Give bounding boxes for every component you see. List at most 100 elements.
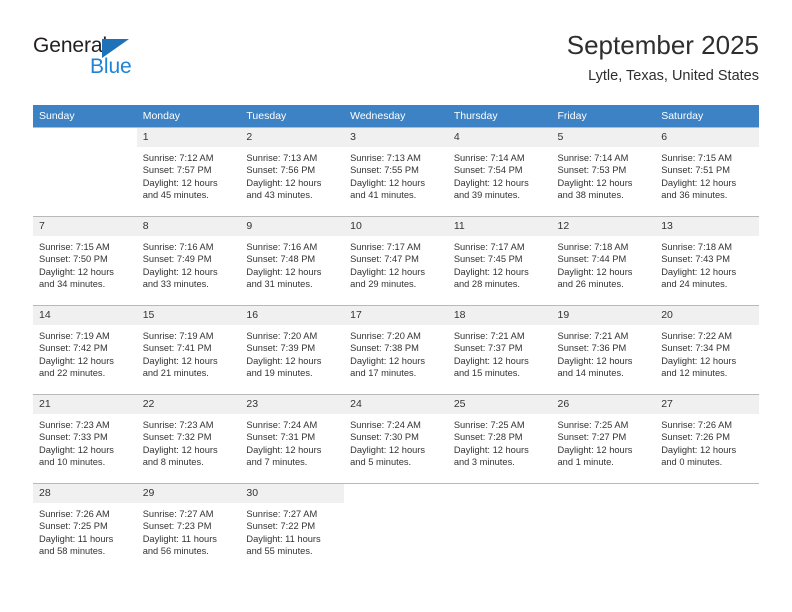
day-number: 13 xyxy=(655,217,759,236)
calendar-day-cell[interactable]: 6 Sunrise: 7:15 AM Sunset: 7:51 PM Daylight… xyxy=(655,127,759,217)
sunset-text: Sunset: 7:43 PM xyxy=(661,254,730,265)
daylight-text: Daylight: 12 hours and 21 minutes. xyxy=(142,355,218,379)
daylight-text: Daylight: 12 hours and 1 minute. xyxy=(557,444,633,468)
daylight-text: Daylight: 12 hours and 15 minutes. xyxy=(453,355,529,379)
sunset-text: Sunset: 7:51 PM xyxy=(661,165,730,176)
day-number: 23 xyxy=(240,395,345,414)
sunset-text: Sunset: 7:26 PM xyxy=(661,432,730,443)
calendar-day-cell[interactable]: 19 Sunrise: 7:21 AM Sunset: 7:36 PM Dayligh… xyxy=(551,305,656,395)
day-details: Sunrise: 7:26 AM Sunset: 7:26 PM Daylight:… xyxy=(655,414,759,469)
sunset-text: Sunset: 7:56 PM xyxy=(246,165,316,176)
day-number: 14 xyxy=(33,306,137,325)
weekday-header-thursday: Thursday xyxy=(447,105,552,128)
daylight-text: Daylight: 12 hours and 14 minutes. xyxy=(557,355,633,379)
sunrise-text: Sunrise: 7:21 AM xyxy=(453,331,525,341)
day-number: 18 xyxy=(447,306,552,325)
calendar-day-cell[interactable]: 12 Sunrise: 7:18 AM Sunset: 7:44 PM Dayligh… xyxy=(551,216,656,306)
calendar-day-cell[interactable]: 2 Sunrise: 7:13 AM Sunset: 7:56 PM Daylight… xyxy=(240,127,345,217)
calendar-cell-empty xyxy=(551,483,656,572)
day-number: 22 xyxy=(136,395,241,414)
generalblue-logo[interactable]: General Blue xyxy=(33,34,233,90)
calendar-day-cell[interactable]: 16 Sunrise: 7:20 AM Sunset: 7:39 PM Dayligh… xyxy=(240,305,345,395)
sunset-text: Sunset: 7:31 PM xyxy=(246,432,316,443)
calendar-body: 1 Sunrise: 7:12 AM Sunset: 7:57 PM Daylight… xyxy=(33,127,759,572)
calendar-week-row: 21 Sunrise: 7:23 AM Sunset: 7:33 PM Dayligh… xyxy=(33,394,759,484)
sunrise-text: Sunrise: 7:24 AM xyxy=(350,420,421,430)
daylight-text: Daylight: 12 hours and 36 minutes. xyxy=(661,177,737,201)
sunset-text: Sunset: 7:47 PM xyxy=(350,254,419,265)
day-details: Sunrise: 7:17 AM Sunset: 7:45 PM Daylight:… xyxy=(448,236,552,291)
calendar-day-cell[interactable]: 28 Sunrise: 7:26 AM Sunset: 7:25 PM Dayligh… xyxy=(33,483,137,572)
calendar-day-cell[interactable]: 4 Sunrise: 7:14 AM Sunset: 7:54 PM Daylight… xyxy=(447,127,552,217)
sunrise-text: Sunrise: 7:17 AM xyxy=(350,242,421,252)
daylight-text: Daylight: 12 hours and 17 minutes. xyxy=(350,355,426,379)
sunrise-text: Sunrise: 7:25 AM xyxy=(557,420,629,430)
calendar-week-row: 1 Sunrise: 7:12 AM Sunset: 7:57 PM Daylight… xyxy=(33,127,759,217)
sunrise-text: Sunrise: 7:20 AM xyxy=(246,331,318,341)
day-number: 17 xyxy=(344,306,448,325)
daylight-text: Daylight: 12 hours and 7 minutes. xyxy=(246,444,322,468)
calendar-day-cell[interactable]: 8 Sunrise: 7:16 AM Sunset: 7:49 PM Daylight… xyxy=(136,216,241,306)
calendar-page: General Blue September 2025 Lytle, Texas… xyxy=(0,0,792,612)
day-number: 26 xyxy=(551,395,656,414)
sunset-text: Sunset: 7:23 PM xyxy=(142,521,212,532)
day-number: 11 xyxy=(447,217,552,236)
calendar-day-cell[interactable]: 18 Sunrise: 7:21 AM Sunset: 7:37 PM Dayligh… xyxy=(447,305,552,395)
calendar-day-cell[interactable]: 11 Sunrise: 7:17 AM Sunset: 7:45 PM Dayligh… xyxy=(447,216,552,306)
calendar-day-cell[interactable]: 14 Sunrise: 7:19 AM Sunset: 7:42 PM Dayligh… xyxy=(33,305,137,395)
daylight-text: Daylight: 12 hours and 43 minutes. xyxy=(246,177,322,201)
calendar-day-cell[interactable]: 5 Sunrise: 7:14 AM Sunset: 7:53 PM Daylight… xyxy=(551,127,656,217)
sunrise-text: Sunrise: 7:26 AM xyxy=(661,420,733,430)
day-number: 19 xyxy=(551,306,656,325)
day-number: 27 xyxy=(655,395,759,414)
day-details: Sunrise: 7:27 AM Sunset: 7:22 PM Daylight:… xyxy=(240,503,344,558)
day-details: Sunrise: 7:13 AM Sunset: 7:55 PM Daylight:… xyxy=(344,147,448,202)
calendar-day-cell[interactable]: 13 Sunrise: 7:18 AM Sunset: 7:43 PM Dayligh… xyxy=(655,216,759,306)
day-number: 5 xyxy=(551,128,656,147)
calendar-day-cell[interactable]: 15 Sunrise: 7:19 AM Sunset: 7:41 PM Dayligh… xyxy=(136,305,241,395)
sunset-text: Sunset: 7:33 PM xyxy=(39,432,108,443)
sunset-text: Sunset: 7:42 PM xyxy=(39,343,108,354)
sunset-text: Sunset: 7:37 PM xyxy=(453,343,523,354)
sunrise-text: Sunrise: 7:18 AM xyxy=(661,242,733,252)
day-details: Sunrise: 7:20 AM Sunset: 7:39 PM Daylight:… xyxy=(240,325,344,380)
day-details: Sunrise: 7:23 AM Sunset: 7:33 PM Daylight:… xyxy=(33,414,137,469)
calendar-day-cell[interactable]: 22 Sunrise: 7:23 AM Sunset: 7:32 PM Dayligh… xyxy=(136,394,241,484)
calendar-day-cell[interactable]: 10 Sunrise: 7:17 AM Sunset: 7:47 PM Dayligh… xyxy=(344,216,448,306)
sunrise-text: Sunrise: 7:23 AM xyxy=(39,420,110,430)
calendar-day-cell[interactable]: 29 Sunrise: 7:27 AM Sunset: 7:23 PM Dayligh… xyxy=(136,483,241,572)
calendar-day-cell[interactable]: 25 Sunrise: 7:25 AM Sunset: 7:28 PM Dayligh… xyxy=(447,394,552,484)
calendar-day-cell[interactable]: 23 Sunrise: 7:24 AM Sunset: 7:31 PM Dayligh… xyxy=(240,394,345,484)
sunset-text: Sunset: 7:50 PM xyxy=(39,254,108,265)
day-number xyxy=(344,484,448,503)
sunset-text: Sunset: 7:30 PM xyxy=(350,432,419,443)
sunset-text: Sunset: 7:49 PM xyxy=(142,254,212,265)
weekday-header-monday: Monday xyxy=(136,105,241,128)
sunset-text: Sunset: 7:38 PM xyxy=(350,343,419,354)
daylight-text: Daylight: 12 hours and 3 minutes. xyxy=(453,444,529,468)
calendar-day-cell[interactable]: 30 Sunrise: 7:27 AM Sunset: 7:22 PM Dayligh… xyxy=(240,483,345,572)
logo-text-blue: Blue xyxy=(90,55,132,78)
daylight-text: Daylight: 12 hours and 28 minutes. xyxy=(453,266,529,290)
day-details: Sunrise: 7:13 AM Sunset: 7:56 PM Daylight:… xyxy=(240,147,344,202)
calendar-day-cell[interactable]: 24 Sunrise: 7:24 AM Sunset: 7:30 PM Dayligh… xyxy=(344,394,448,484)
sunset-text: Sunset: 7:41 PM xyxy=(142,343,212,354)
calendar-cell-empty xyxy=(447,483,552,572)
calendar-day-cell[interactable]: 21 Sunrise: 7:23 AM Sunset: 7:33 PM Dayligh… xyxy=(33,394,137,484)
day-details: Sunrise: 7:19 AM Sunset: 7:41 PM Daylight:… xyxy=(137,325,241,380)
calendar-day-cell[interactable]: 1 Sunrise: 7:12 AM Sunset: 7:57 PM Daylight… xyxy=(136,127,241,217)
day-number: 28 xyxy=(33,484,137,503)
day-number: 9 xyxy=(240,217,345,236)
calendar-day-cell[interactable]: 9 Sunrise: 7:16 AM Sunset: 7:48 PM Daylight… xyxy=(240,216,345,306)
calendar-day-cell[interactable]: 3 Sunrise: 7:13 AM Sunset: 7:55 PM Daylight… xyxy=(344,127,448,217)
day-details: Sunrise: 7:17 AM Sunset: 7:47 PM Daylight:… xyxy=(344,236,448,291)
day-details: Sunrise: 7:14 AM Sunset: 7:53 PM Daylight:… xyxy=(552,147,656,202)
calendar-day-cell[interactable]: 27 Sunrise: 7:26 AM Sunset: 7:26 PM Dayligh… xyxy=(655,394,759,484)
calendar-day-cell[interactable]: 26 Sunrise: 7:25 AM Sunset: 7:27 PM Dayligh… xyxy=(551,394,656,484)
calendar-day-cell[interactable]: 7 Sunrise: 7:15 AM Sunset: 7:50 PM Daylight… xyxy=(33,216,137,306)
day-number: 21 xyxy=(33,395,137,414)
calendar-table: Sunday Monday Tuesday Wednesday Thursday Frid… xyxy=(33,105,759,572)
calendar-day-cell[interactable]: 17 Sunrise: 7:20 AM Sunset: 7:38 PM Dayligh… xyxy=(344,305,448,395)
calendar-day-cell[interactable]: 20 Sunrise: 7:22 AM Sunset: 7:34 PM Dayligh… xyxy=(655,305,759,395)
sunrise-text: Sunrise: 7:16 AM xyxy=(246,242,318,252)
